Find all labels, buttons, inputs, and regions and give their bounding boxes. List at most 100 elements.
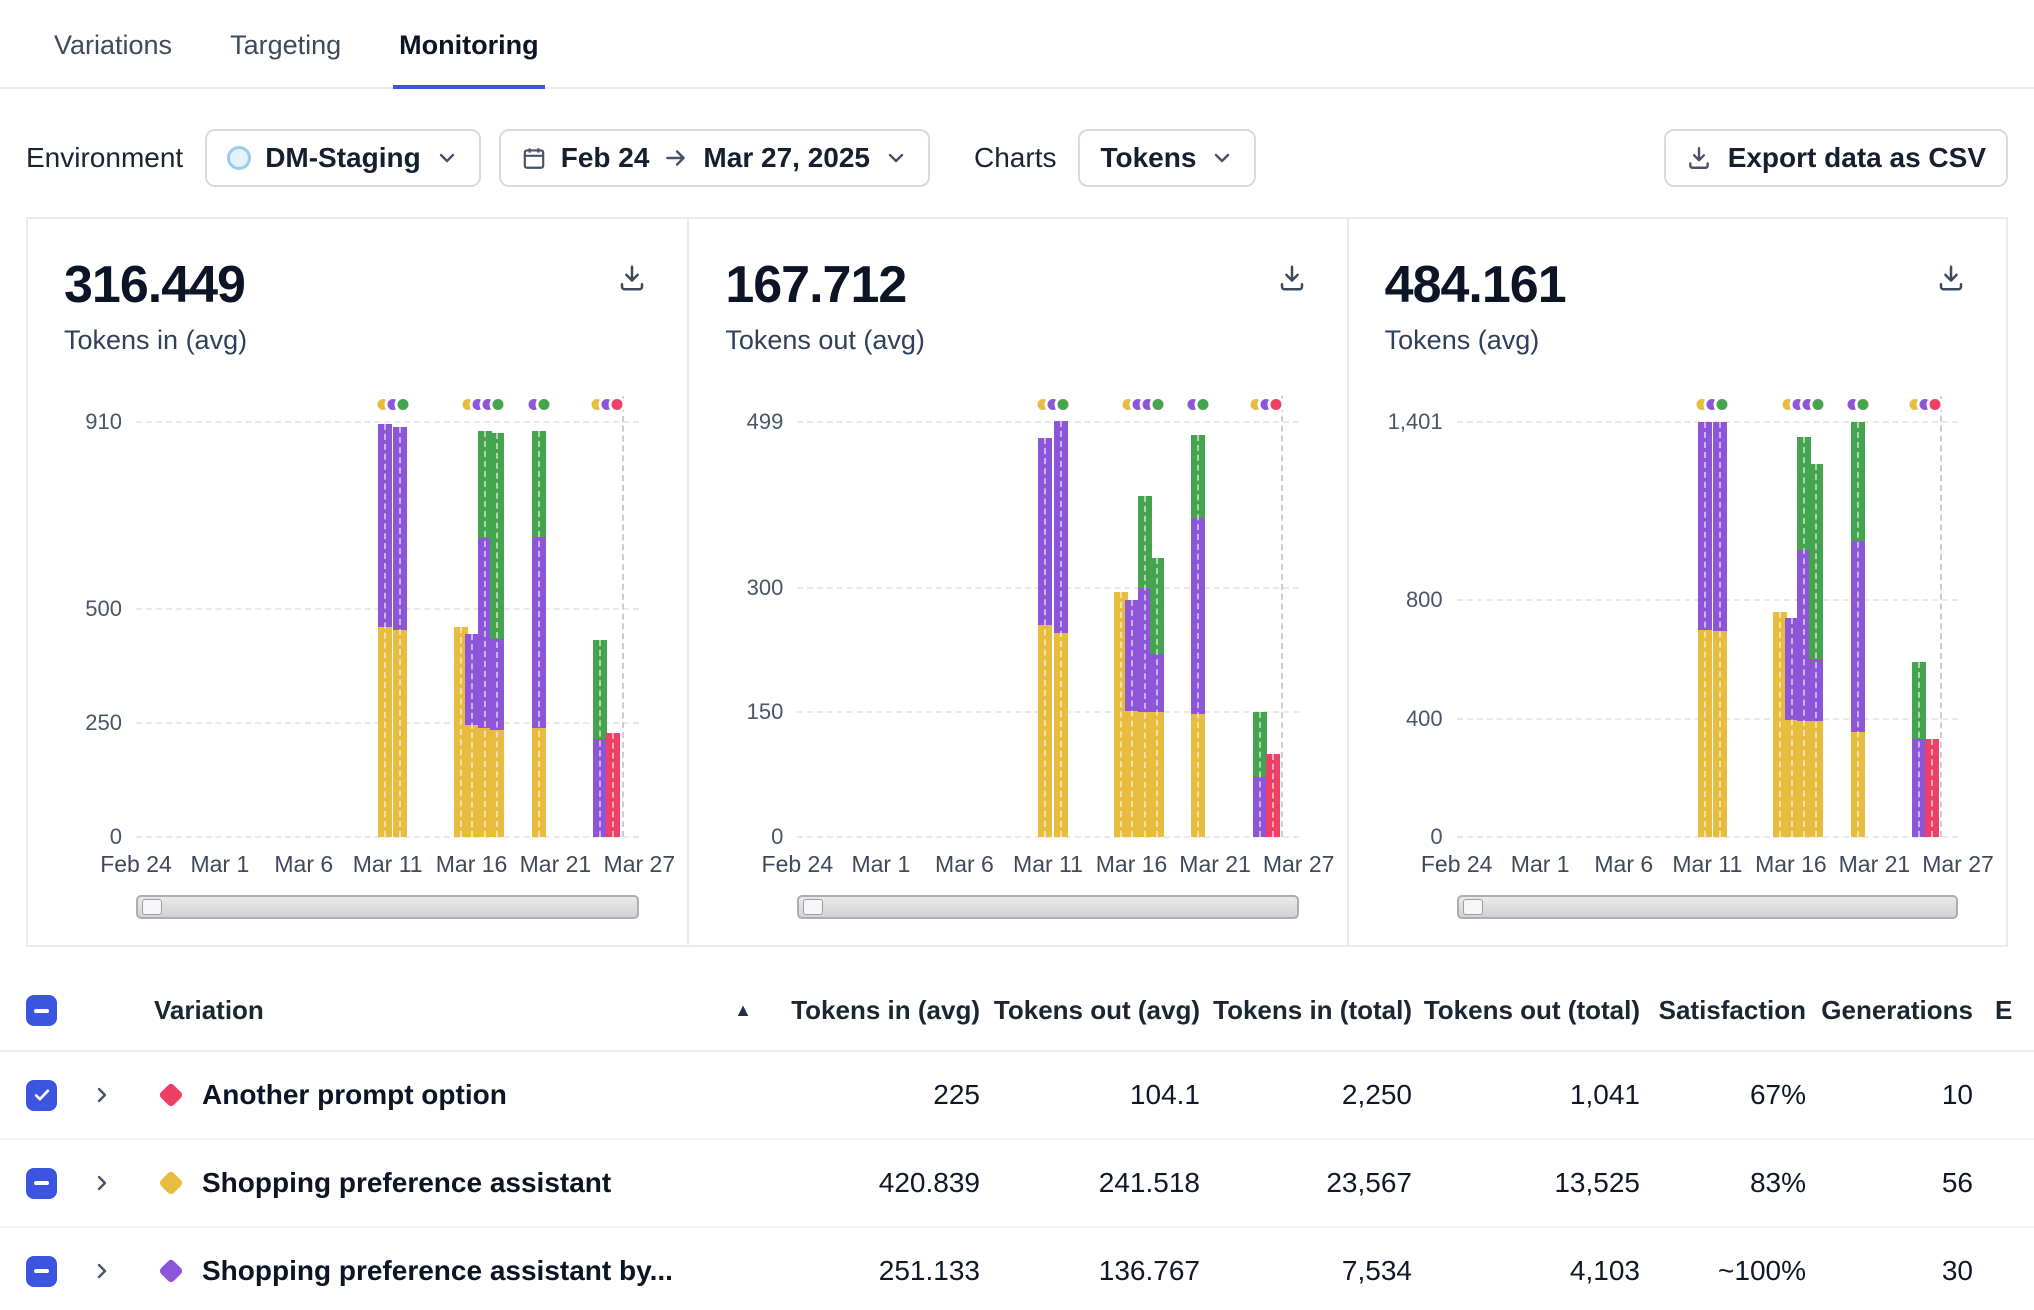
metric-value: 4,103: [1412, 1255, 1640, 1287]
charts-label: Charts: [974, 142, 1056, 174]
stacked-bar[interactable]: [1150, 558, 1164, 837]
bar-dash-line: [1815, 464, 1817, 837]
bar-dash-line: [1704, 422, 1706, 837]
date-range-picker[interactable]: Feb 24 Mar 27, 2025: [499, 129, 930, 187]
y-tick-label: 500: [64, 596, 122, 622]
chart-scrollbar[interactable]: [1457, 895, 1958, 919]
download-chart-button[interactable]: [1936, 263, 1966, 296]
metric-value: 420.839: [764, 1167, 980, 1199]
expand-row-chevron[interactable]: [90, 1171, 154, 1195]
table-row[interactable]: Shopping preference assistant by...251.1…: [0, 1228, 2034, 1310]
scrollbar-handle[interactable]: [142, 899, 162, 915]
scrollbar-handle[interactable]: [803, 899, 823, 915]
chevron-down-icon: [435, 146, 459, 170]
bar-dash-line: [538, 431, 540, 837]
variation-dots: [1779, 396, 1826, 413]
x-tick-label: Mar 11: [1672, 851, 1742, 878]
tab-variations[interactable]: Variations: [48, 30, 178, 87]
stacked-bar[interactable]: [1191, 435, 1205, 837]
stacked-bar[interactable]: [1912, 662, 1926, 837]
export-csv-button[interactable]: Export data as CSV: [1664, 129, 2008, 187]
col-tokens-in-total[interactable]: Tokens in (total): [1200, 995, 1412, 1026]
metric-value: ~100%: [1640, 1255, 1806, 1287]
table-row[interactable]: Another prompt option225104.12,2501,0416…: [0, 1052, 2034, 1140]
green-dot-icon: [1714, 396, 1731, 413]
stacked-bar[interactable]: [1851, 422, 1865, 837]
chart: 9105002500: [64, 422, 651, 837]
x-tick-label: Mar 6: [274, 851, 333, 878]
x-tick-label: Mar 1: [851, 851, 910, 878]
bar-dash-line: [599, 640, 601, 837]
bar-dash-line: [1857, 422, 1859, 837]
download-chart-button[interactable]: [1277, 263, 1307, 296]
metric-value: 10: [1806, 1079, 1973, 1111]
x-tick-label: Mar 1: [190, 851, 249, 878]
bar-dash-line: [1120, 592, 1122, 837]
select-all-checkbox[interactable]: [26, 995, 57, 1026]
metric-value: 2,250: [1200, 1079, 1412, 1111]
tab-targeting[interactable]: Targeting: [224, 30, 347, 87]
reference-line: [622, 396, 624, 837]
green-dot-icon: [1195, 396, 1212, 413]
stacked-bar[interactable]: [1698, 422, 1712, 837]
stacked-bar[interactable]: [606, 733, 620, 837]
stacked-bar[interactable]: [532, 431, 546, 837]
x-axis: Feb 24Mar 1Mar 6Mar 11Mar 16Mar 21Mar 27: [1457, 851, 1958, 885]
metric-value: 225: [764, 1079, 980, 1111]
download-icon: [1686, 145, 1712, 171]
environment-label: Environment: [26, 142, 183, 174]
reference-line: [1940, 396, 1942, 837]
stacked-bar[interactable]: [1925, 739, 1939, 837]
y-tick-label: 800: [1385, 587, 1443, 613]
variation-dots: [1844, 396, 1871, 413]
stacked-bar[interactable]: [490, 433, 504, 837]
charts-select[interactable]: Tokens: [1078, 129, 1256, 187]
stacked-bar[interactable]: [1054, 421, 1068, 837]
expand-row-chevron[interactable]: [90, 1083, 154, 1107]
stacked-bar[interactable]: [1713, 422, 1727, 837]
bar-dash-line: [1272, 754, 1274, 837]
bar-dash-line: [1044, 438, 1046, 837]
bar-dash-line: [496, 433, 498, 837]
y-tick-label: 1,401: [1385, 409, 1443, 435]
stacked-bar[interactable]: [593, 640, 607, 837]
col-tokens-out-total[interactable]: Tokens out (total): [1412, 995, 1640, 1026]
col-variation[interactable]: Variation: [154, 995, 264, 1026]
variation-name: Shopping preference assistant: [202, 1167, 611, 1199]
y-tick-label: 0: [64, 824, 122, 850]
download-chart-button[interactable]: [617, 263, 647, 296]
x-axis: Feb 24Mar 1Mar 6Mar 11Mar 16Mar 21Mar 27: [136, 851, 639, 885]
bar-dash-line: [471, 634, 473, 837]
stacked-bar[interactable]: [1038, 438, 1052, 837]
col-generations[interactable]: Generations: [1806, 995, 1973, 1026]
stacked-bar[interactable]: [393, 427, 407, 837]
expand-row-chevron[interactable]: [90, 1259, 154, 1283]
row-checkbox[interactable]: [26, 1168, 57, 1199]
chart-scrollbar[interactable]: [797, 895, 1298, 919]
col-tokens-out-avg[interactable]: Tokens out (avg): [980, 995, 1200, 1026]
sort-ascending-icon[interactable]: ▲: [734, 1000, 752, 1021]
stacked-bar[interactable]: [378, 424, 392, 837]
col-cut-off[interactable]: E: [1973, 995, 2034, 1026]
stacked-bar[interactable]: [1809, 464, 1823, 837]
bar-dash-line: [1131, 600, 1133, 837]
environment-select[interactable]: DM-Staging: [205, 129, 481, 187]
stat-value: 484.161: [1385, 255, 1970, 315]
stacked-bar[interactable]: [1253, 712, 1267, 837]
row-checkbox[interactable]: [26, 1256, 57, 1287]
variation-dots: [588, 396, 625, 413]
stat-value: 316.449: [64, 255, 651, 315]
scrollbar-handle[interactable]: [1463, 899, 1483, 915]
tab-monitoring[interactable]: Monitoring: [393, 30, 544, 89]
bar-dash-line: [1197, 435, 1199, 837]
row-checkbox[interactable]: [26, 1080, 57, 1111]
metric-value: 241.518: [980, 1167, 1200, 1199]
x-tick-label: Mar 27: [1263, 851, 1335, 878]
stacked-bar[interactable]: [1266, 754, 1280, 837]
x-tick-label: Mar 27: [604, 851, 676, 878]
table-row[interactable]: Shopping preference assistant 420.839241.…: [0, 1140, 2034, 1228]
col-tokens-in-avg[interactable]: Tokens in (avg): [764, 995, 980, 1026]
plot-area: 9105002500: [136, 422, 639, 837]
chart-scrollbar[interactable]: [136, 895, 639, 919]
col-satisfaction[interactable]: Satisfaction: [1640, 995, 1806, 1026]
